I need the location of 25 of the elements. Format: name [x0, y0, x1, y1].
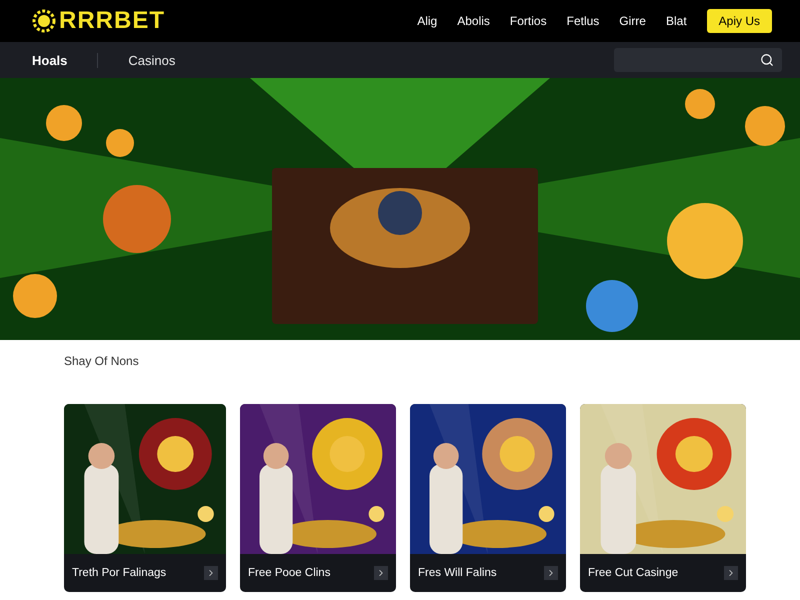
logo-text[interactable]: RRRBET	[59, 7, 165, 35]
section-title: Shay Of Nons	[64, 354, 140, 368]
open-button[interactable]	[374, 566, 388, 580]
game-title: Fres Will Falins	[418, 567, 497, 579]
nav-link[interactable]: Abolis	[457, 14, 490, 28]
open-button[interactable]	[724, 566, 738, 580]
nav-link[interactable]: Fortios	[510, 14, 547, 28]
game-title: Treth Por Falinags	[72, 567, 166, 579]
game-card[interactable]: Free Pooe Clins	[240, 404, 396, 592]
search-icon[interactable]	[760, 53, 774, 67]
game-title: Free Cut Casinge	[588, 567, 678, 579]
nav-link[interactable]: Blat	[666, 14, 687, 28]
nav-tab[interactable]: Hoals	[32, 52, 98, 68]
nav-link[interactable]: Girre	[619, 14, 646, 28]
sign-up-button[interactable]: Apiy Us	[706, 9, 772, 33]
open-button[interactable]	[544, 566, 558, 580]
nav-link[interactable]: Alig	[417, 14, 438, 28]
nav-link[interactable]: Fetlus	[566, 14, 600, 28]
game-title: Free Pooe Clins	[248, 567, 330, 579]
game-card[interactable]: Treth Por Falinags	[64, 404, 226, 592]
search-field[interactable]	[614, 48, 782, 72]
open-button[interactable]	[204, 566, 218, 580]
game-card[interactable]: Fres Will Falins	[410, 404, 566, 592]
game-card[interactable]: Free Cut Casinge	[580, 404, 746, 592]
nav-tab[interactable]: Casinos	[128, 52, 176, 68]
